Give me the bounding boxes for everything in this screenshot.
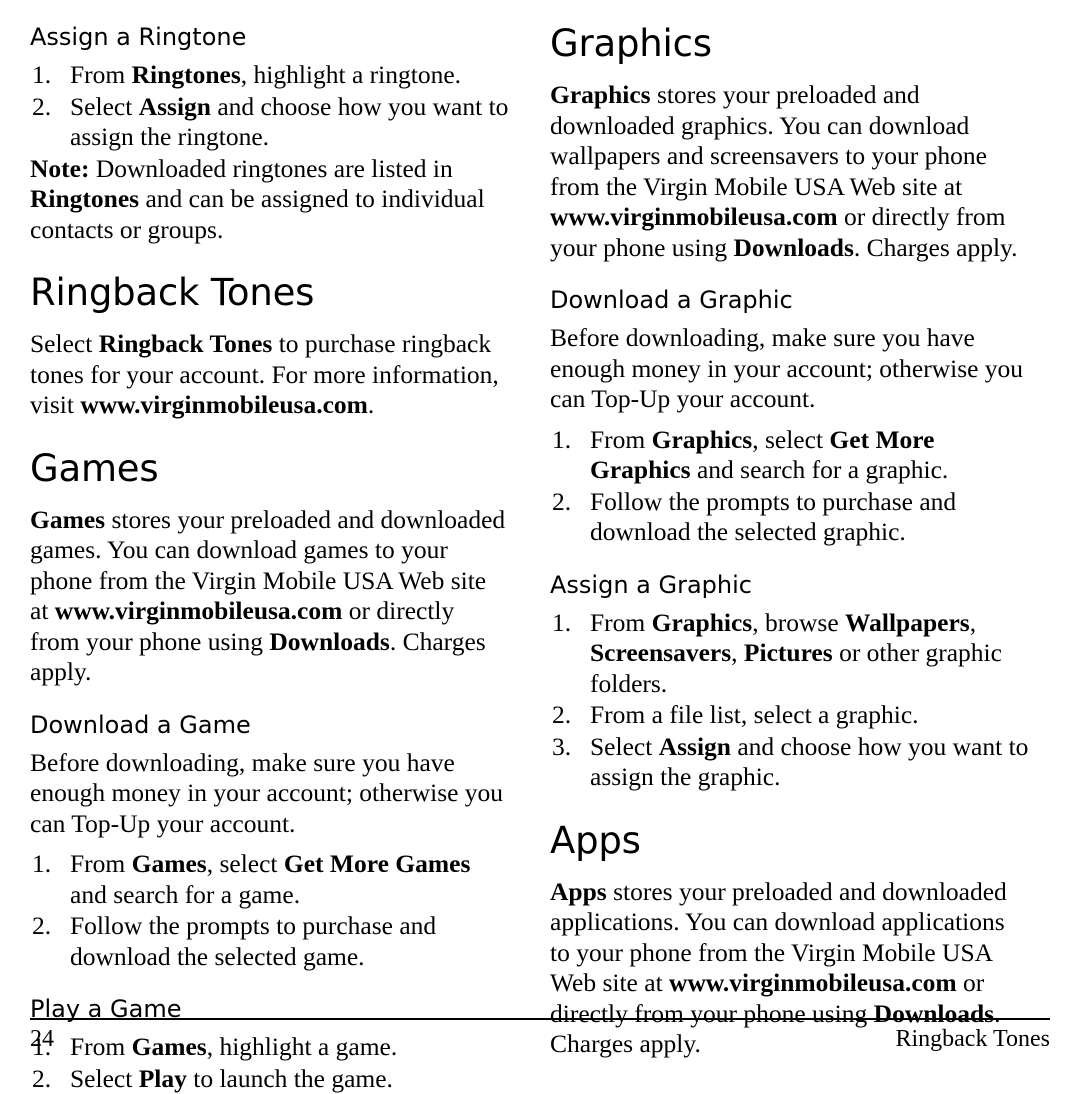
- steps-download-a-game: From Games, select Get More Games and se…: [30, 849, 510, 972]
- step-text-pre: Select: [70, 1064, 139, 1093]
- step-text-pre: Follow the prompts to purchase and downl…: [590, 487, 956, 547]
- heading-assign-a-graphic: Assign a Graphic: [550, 570, 1030, 600]
- step-text-bold-2: Get More Games: [284, 849, 470, 878]
- list-item: From a file list, select a graphic.: [550, 700, 1030, 731]
- text-bold-1: Graphics: [550, 80, 651, 109]
- footer-row: 24 Ringback Tones: [30, 1020, 1050, 1054]
- step-text-pre: From: [590, 425, 652, 454]
- step-text-pre: From: [70, 60, 132, 89]
- heading-download-a-graphic: Download a Graphic: [550, 285, 1030, 315]
- left-column: Assign a Ringtone From Ringtones, highli…: [30, 22, 510, 1012]
- heading-graphics: Graphics: [550, 22, 1030, 66]
- step-text-pre: Follow the prompts to purchase and downl…: [70, 911, 436, 971]
- list-item: From Graphics, browse Wallpapers, Screen…: [550, 608, 1030, 700]
- note-label: Note:: [30, 154, 89, 183]
- text-bold-3: Downloads: [269, 627, 389, 656]
- step-text-bold-3: Screensavers: [590, 638, 731, 667]
- step-text-bold-1: Graphics: [652, 608, 753, 637]
- paragraph-download-a-game: Before downloading, make sure you have e…: [30, 748, 510, 840]
- spacer: [550, 415, 1030, 423]
- text-bold-2: www.virginmobileusa.com: [55, 596, 343, 625]
- step-text-post: and search for a graphic.: [691, 455, 949, 484]
- step-text-post: and search for a game.: [70, 880, 300, 909]
- step-text-mid: , select: [752, 425, 829, 454]
- list-item: Follow the prompts to purchase and downl…: [550, 487, 1030, 548]
- step-text-pre: Select: [590, 732, 659, 761]
- heading-ringback-tones: Ringback Tones: [30, 271, 510, 315]
- step-text-mid-2: ,: [970, 608, 976, 637]
- text-bold-3: Downloads: [733, 233, 853, 262]
- text-post: .: [368, 390, 374, 419]
- paragraph-ringback-tones: Select Ringback Tones to purchase ringba…: [30, 329, 510, 421]
- step-text-bold: Ringtones: [132, 60, 241, 89]
- list-item: Follow the prompts to purchase and downl…: [30, 911, 510, 972]
- heading-games: Games: [30, 447, 510, 491]
- paragraph-games: Games stores your preloaded and download…: [30, 505, 510, 688]
- steps-assign-a-ringtone: From Ringtones, highlight a ringtone. Se…: [30, 60, 510, 153]
- text-bold-1: Apps: [550, 877, 607, 906]
- step-text-bold-4: Pictures: [744, 638, 833, 667]
- paragraph-download-a-graphic: Before downloading, make sure you have e…: [550, 323, 1030, 415]
- step-text-bold-1: Games: [132, 849, 207, 878]
- list-item: From Ringtones, highlight a ringtone.: [30, 60, 510, 91]
- text-post: . Charges apply.: [854, 233, 1018, 262]
- note-assign-a-ringtone: Note: Downloaded ringtones are listed in…: [30, 154, 510, 246]
- step-text-mid-1: , browse: [752, 608, 845, 637]
- text-bold-2: www.virginmobileusa.com: [550, 202, 838, 231]
- heading-assign-a-ringtone: Assign a Ringtone: [30, 22, 510, 52]
- two-column-layout: Assign a Ringtone From Ringtones, highli…: [30, 22, 1050, 1012]
- page-footer: 24 Ringback Tones: [30, 1018, 1050, 1062]
- heading-apps: Apps: [550, 819, 1030, 863]
- document-page: Assign a Ringtone From Ringtones, highli…: [0, 0, 1080, 1080]
- step-text-bold-1: Assign: [659, 732, 731, 761]
- step-text-pre: From: [590, 608, 652, 637]
- steps-assign-a-graphic: From Graphics, browse Wallpapers, Screen…: [550, 608, 1030, 793]
- step-text-bold-2: Wallpapers: [845, 608, 970, 637]
- steps-download-a-graphic: From Graphics, select Get More Graphics …: [550, 425, 1030, 548]
- note-bold: Ringtones: [30, 184, 139, 213]
- list-item: Select Assign and choose how you want to…: [30, 92, 510, 153]
- note-text-1: Downloaded ringtones are listed in: [89, 154, 452, 183]
- step-text-pre: From: [70, 849, 132, 878]
- step-text-pre: Select: [70, 92, 139, 121]
- list-item: Select Play to launch the game.: [30, 1064, 510, 1094]
- text-pre: Select: [30, 329, 99, 358]
- spacer: [30, 839, 510, 847]
- list-item: Select Assign and choose how you want to…: [550, 732, 1030, 793]
- paragraph-graphics: Graphics stores your preloaded and downl…: [550, 80, 1030, 263]
- step-text-pre: From a file list, select a graphic.: [590, 700, 919, 729]
- list-item: From Graphics, select Get More Graphics …: [550, 425, 1030, 486]
- step-text-bold-1: Graphics: [652, 425, 753, 454]
- step-text-mid: , select: [207, 849, 284, 878]
- text-bold-2: www.virginmobileusa.com: [80, 390, 368, 419]
- page-number: 24: [30, 1024, 54, 1054]
- right-column: Graphics Graphics stores your preloaded …: [550, 22, 1030, 1012]
- footer-section-title: Ringback Tones: [895, 1024, 1050, 1054]
- step-text-post: to launch the game.: [187, 1064, 393, 1093]
- step-text-mid-3: ,: [731, 638, 744, 667]
- text-bold-2: www.virginmobileusa.com: [669, 968, 957, 997]
- step-text-post: , highlight a ringtone.: [241, 60, 461, 89]
- text-bold-1: Ringback Tones: [99, 329, 273, 358]
- list-item: From Games, select Get More Games and se…: [30, 849, 510, 910]
- step-text-bold: Play: [139, 1064, 187, 1093]
- heading-download-a-game: Download a Game: [30, 710, 510, 740]
- step-text-bold: Assign: [139, 92, 211, 121]
- text-bold-1: Games: [30, 505, 105, 534]
